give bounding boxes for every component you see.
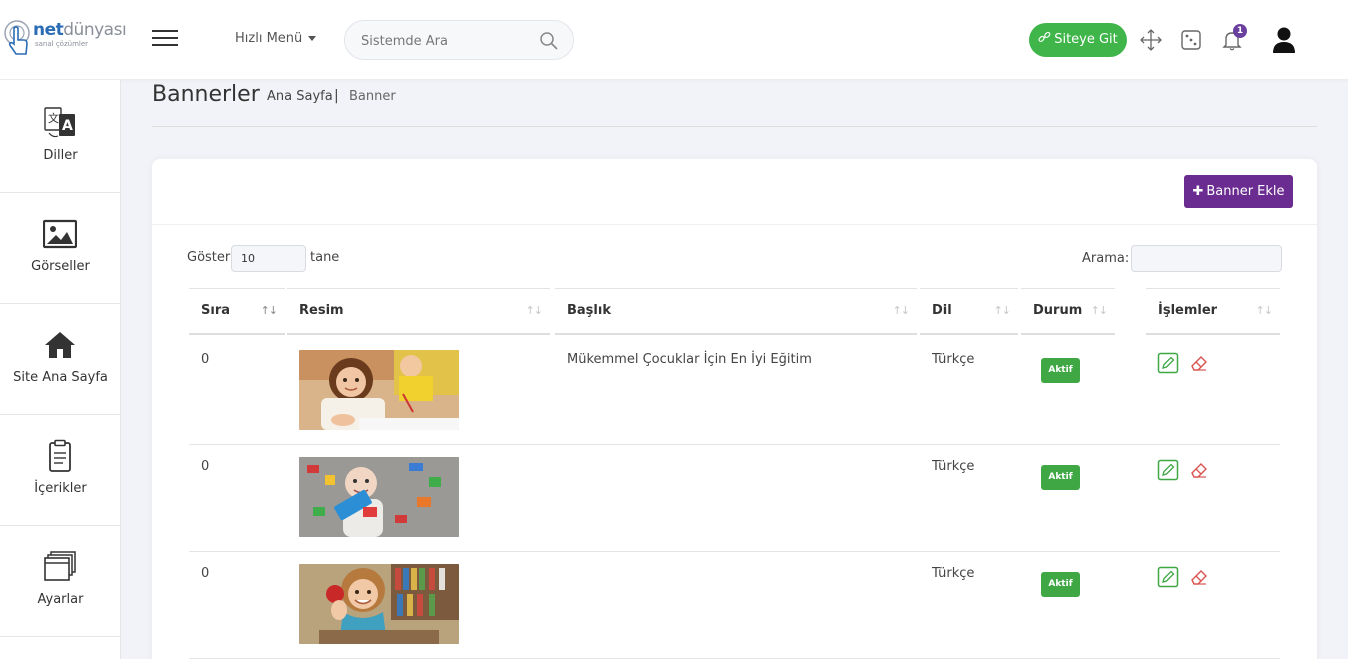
row-divider bbox=[189, 444, 1280, 445]
girl-with-apple-photo bbox=[299, 564, 459, 644]
brand-tagline: sanal çözümler bbox=[35, 40, 89, 48]
card-header-divider bbox=[152, 224, 1317, 225]
breadcrumb-separator: | bbox=[334, 88, 339, 104]
svg-text:文: 文 bbox=[48, 111, 59, 125]
brand-name: netdünyası bbox=[33, 20, 127, 40]
sidebar-item-settings[interactable]: Ayarlar bbox=[0, 526, 121, 637]
page-length-label: Göster bbox=[187, 250, 231, 265]
expand-arrows-icon[interactable] bbox=[1139, 28, 1163, 52]
sidebar-item-languages[interactable]: 文 A Diller bbox=[0, 82, 121, 193]
edit-icon[interactable] bbox=[1157, 352, 1179, 374]
row-order: 0 bbox=[201, 566, 210, 581]
system-search bbox=[344, 20, 574, 60]
banner-card: ✚ Banner Ekle Göster 10 tane Arama: Sıra ↑… bbox=[152, 159, 1317, 659]
status-badge: Aktif bbox=[1041, 572, 1080, 597]
status-badge: Aktif bbox=[1041, 465, 1080, 490]
breadcrumb-current: Banner bbox=[349, 89, 396, 104]
chevron-down-icon bbox=[308, 36, 317, 41]
sort-ascending-icon: ↑↓ bbox=[260, 304, 278, 317]
column-header-title[interactable]: Başlık ↑↓ bbox=[555, 288, 917, 335]
breadcrumb-home-link[interactable]: Ana Sayfa bbox=[267, 89, 333, 104]
edit-icon[interactable] bbox=[1157, 459, 1179, 481]
sort-icon: ↑↓ bbox=[1255, 304, 1273, 317]
add-banner-button[interactable]: ✚ Banner Ekle bbox=[1184, 175, 1293, 208]
column-header-status[interactable]: Durum ↑↓ bbox=[1021, 288, 1115, 335]
eraser-delete-icon[interactable] bbox=[1188, 459, 1210, 481]
sort-icon: ↑↓ bbox=[892, 304, 910, 317]
dice-icon[interactable] bbox=[1179, 28, 1203, 52]
logo[interactable]: netdünyası sanal çözümler bbox=[2, 18, 127, 62]
home-icon bbox=[45, 332, 75, 358]
sidebar-item-label: Görseller bbox=[31, 259, 90, 274]
search-input[interactable] bbox=[361, 31, 531, 51]
sidebar-item-images[interactable]: Görseller bbox=[0, 193, 121, 304]
plus-icon: ✚ bbox=[1192, 184, 1204, 199]
girl-drawing-photo bbox=[299, 350, 459, 430]
sort-icon: ↑↓ bbox=[1090, 304, 1108, 317]
language-icon: 文 A bbox=[44, 107, 75, 138]
page-length-suffix: tane bbox=[310, 250, 340, 265]
page-title: Bannerler bbox=[152, 82, 260, 107]
eraser-delete-icon[interactable] bbox=[1188, 566, 1210, 588]
search-icon[interactable] bbox=[539, 31, 559, 51]
column-header-order[interactable]: Sıra ↑↓ bbox=[189, 288, 285, 335]
user-avatar-icon[interactable] bbox=[1272, 26, 1296, 54]
windows-stack-icon bbox=[44, 551, 76, 581]
sidebar-item-label: İçerikler bbox=[34, 481, 87, 496]
sidebar-item-site-home[interactable]: Site Ana Sayfa bbox=[0, 304, 121, 415]
child-with-blocks-photo bbox=[299, 457, 459, 537]
go-to-site-label: Siteye Git bbox=[1054, 32, 1118, 47]
notification-count-badge: 1 bbox=[1233, 24, 1247, 38]
column-header-image[interactable]: Resim ↑↓ bbox=[287, 288, 550, 335]
menu-toggle-button[interactable] bbox=[152, 30, 178, 50]
top-header: netdünyası sanal çözümler Hızlı Menü Sit… bbox=[0, 0, 1348, 80]
menu-icon bbox=[152, 30, 178, 32]
sidebar-item-contents[interactable]: İçerikler bbox=[0, 415, 121, 526]
image-icon bbox=[43, 219, 77, 249]
table-search-label: Arama: bbox=[1082, 251, 1130, 266]
quick-menu-label: Hızlı Menü bbox=[235, 31, 303, 46]
status-badge: Aktif bbox=[1041, 358, 1080, 383]
eraser-delete-icon[interactable] bbox=[1188, 352, 1210, 374]
go-to-site-button[interactable]: Siteye Git bbox=[1029, 23, 1127, 57]
row-title: Mükemmel Çocuklar İçin En İyi Eğitim bbox=[567, 352, 812, 367]
clipboard-icon bbox=[49, 439, 71, 472]
row-language: Türkçe bbox=[932, 459, 975, 474]
link-icon bbox=[1038, 31, 1051, 42]
row-order: 0 bbox=[201, 352, 210, 367]
row-language: Türkçe bbox=[932, 566, 975, 581]
svg-text:A: A bbox=[62, 118, 73, 134]
add-banner-label: Banner Ekle bbox=[1206, 184, 1285, 199]
row-divider bbox=[189, 551, 1280, 552]
sidebar-item-label: Diller bbox=[43, 148, 78, 163]
quick-menu-dropdown[interactable]: Hızlı Menü bbox=[235, 31, 317, 46]
edit-icon[interactable] bbox=[1157, 566, 1179, 588]
column-header-language[interactable]: Dil ↑↓ bbox=[920, 288, 1018, 335]
hand-pointer-icon bbox=[4, 20, 30, 55]
sort-icon: ↑↓ bbox=[993, 304, 1011, 317]
table-search-input[interactable] bbox=[1131, 245, 1282, 272]
sidebar-item-label: Site Ana Sayfa bbox=[13, 370, 108, 385]
sidebar-item-label: Ayarlar bbox=[37, 592, 84, 607]
row-language: Türkçe bbox=[932, 352, 975, 367]
column-header-actions[interactable]: İşlemler ↑↓ bbox=[1146, 288, 1280, 335]
page-length-select[interactable]: 10 bbox=[231, 245, 306, 272]
row-order: 0 bbox=[201, 459, 210, 474]
sidebar: 文 A Diller Görseller Site Ana Sayfa İçer… bbox=[0, 80, 121, 659]
sort-icon: ↑↓ bbox=[525, 304, 543, 317]
title-divider bbox=[152, 126, 1317, 127]
